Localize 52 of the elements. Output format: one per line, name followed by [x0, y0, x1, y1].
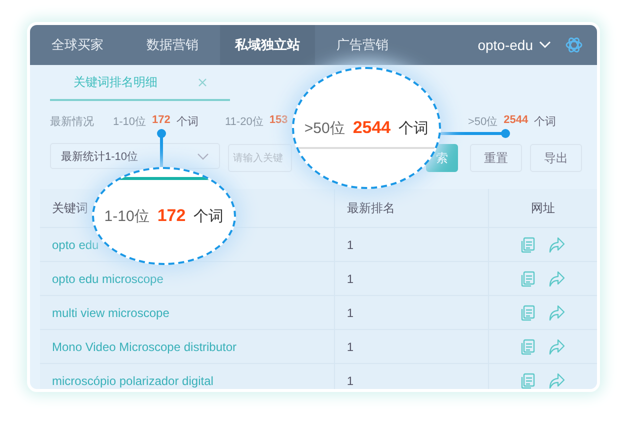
word-count: 2544 — [352, 118, 391, 138]
keyword-link[interactable]: opto edu — [52, 238, 99, 252]
column-header: 关键词 — [52, 200, 88, 216]
rank-cell: 1 — [346, 238, 354, 252]
account-menu[interactable]: opto-edu — [478, 37, 533, 53]
rank-cell: 1 — [346, 340, 354, 354]
share-icon[interactable] — [548, 338, 565, 354]
caret-icon[interactable] — [539, 41, 551, 49]
share-icon[interactable] — [548, 270, 565, 286]
rank-cell: 1 — [346, 272, 354, 286]
page-tab[interactable]: 关键词排名明细 — [50, 65, 230, 101]
anchor-dot — [157, 129, 166, 138]
rank-cell: 1 — [346, 374, 354, 388]
share-icon[interactable] — [548, 236, 565, 252]
keyword-link[interactable]: multi view microscope — [52, 306, 170, 320]
chevron-icon — [197, 152, 209, 160]
rank-cell: 1 — [346, 306, 354, 320]
close-icon[interactable] — [198, 78, 206, 86]
stats-label: 最新情况 — [50, 114, 95, 128]
share-icon[interactable] — [548, 372, 565, 388]
knot-icon[interactable] — [565, 36, 583, 54]
word-count: 2544 — [504, 114, 528, 128]
nav-tab[interactable]: 全球买家 — [30, 25, 125, 65]
word-count: 172 — [157, 206, 186, 226]
copy-icon[interactable] — [520, 372, 535, 388]
keyword-link[interactable]: Mono Video Microscope distributor — [52, 340, 237, 354]
keyword-link[interactable]: microscópio polarizador digital — [52, 374, 214, 388]
column-header: 最新排名 — [346, 200, 395, 216]
word-count: 172 — [152, 114, 170, 128]
share-icon[interactable] — [548, 304, 565, 320]
unit-label: 个词 — [398, 119, 429, 138]
action-button[interactable]: 导出 — [530, 144, 582, 172]
copy-icon[interactable] — [520, 270, 535, 286]
column-header: 网址 — [530, 200, 555, 216]
action-button[interactable]: 重置 — [470, 144, 522, 172]
keyword-link[interactable]: opto edu microscope — [52, 272, 164, 286]
copy-icon[interactable] — [520, 338, 535, 354]
nav-tab[interactable]: 广告营销 — [315, 25, 410, 65]
rank-range: >50位 — [304, 119, 345, 138]
unit-label: 个词 — [176, 114, 198, 128]
rank-range: 1-10位 — [104, 207, 150, 226]
unit-label: 个词 — [194, 207, 224, 226]
unit-label: 个词 — [534, 114, 556, 128]
word-count: 153 — [269, 114, 288, 128]
nav-tab[interactable]: 私域独立站 — [220, 25, 315, 65]
rank-range: 1-10位 — [113, 114, 146, 128]
rank-range: 11-20位 — [225, 114, 264, 128]
nav-tab[interactable]: 数据营销 — [125, 25, 220, 65]
copy-icon[interactable] — [520, 236, 535, 252]
copy-icon[interactable] — [520, 304, 535, 320]
anchor-dot — [501, 129, 510, 138]
rank-range: >50位 — [468, 114, 498, 128]
